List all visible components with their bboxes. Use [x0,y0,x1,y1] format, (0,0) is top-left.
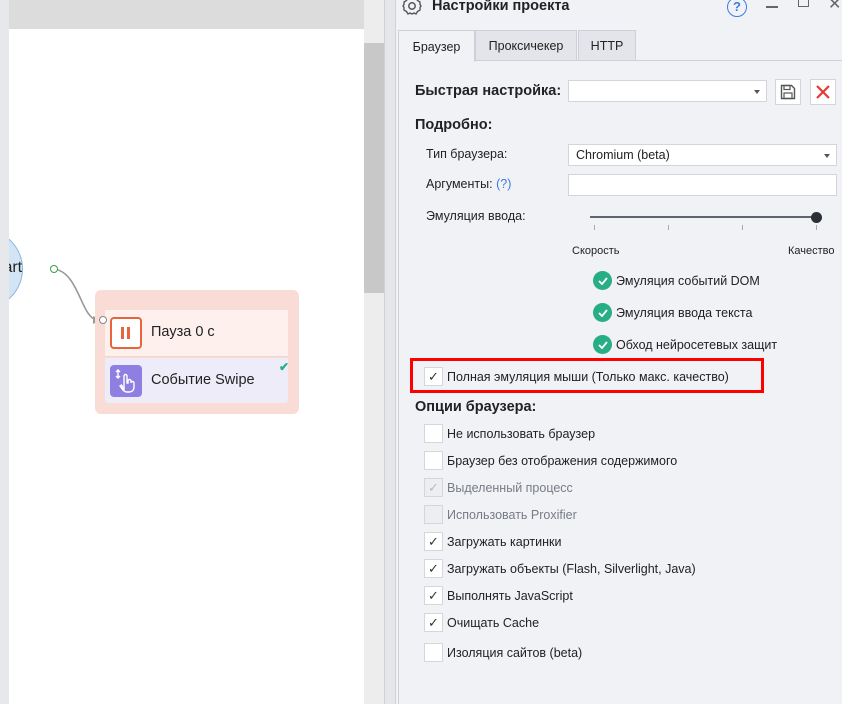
checkbox[interactable] [424,451,443,470]
panel-splitter[interactable] [384,0,396,704]
browser-option-checkbox[interactable]: Изоляция сайтов (beta) [424,643,582,662]
browser-option-checkbox[interactable]: Не использовать браузер [424,424,595,443]
browser-options-heading: Опции браузера: [415,399,537,415]
minimize-button[interactable] [766,6,778,8]
gear-icon [402,0,422,19]
tab-browser[interactable]: Браузер [398,30,475,62]
swipe-icon [110,365,142,397]
browser-option-checkbox: Использовать Proxifier [424,505,577,524]
checkbox-label: Выполнять JavaScript [447,588,573,603]
checkbox-label: Использовать Proxifier [447,507,577,522]
full-mouse-emulation-checkbox[interactable]: ✓ Полная эмуляция мыши (Только макс. кач… [424,367,729,386]
arguments-help-link[interactable]: (?) [496,177,511,191]
slider-thumb[interactable] [811,212,822,223]
quick-setting-label: Быстрая настройка: [415,83,562,99]
slider-tick [668,225,669,230]
checkbox-label: Изоляция сайтов (beta) [447,645,583,660]
browser-option-checkbox[interactable]: ✓ Выполнять JavaScript [424,586,573,605]
checkbox[interactable]: ✓ [424,532,443,551]
checkbox[interactable]: ✓ [424,559,443,578]
scrollbar-thumb[interactable] [364,43,384,293]
feature-label: Эмуляция событий DOM [616,273,760,288]
dialog-title: Настройки проекта [432,0,570,14]
slider-min-label: Скорость [572,245,620,257]
feature-label: Эмуляция ввода текста [616,305,753,320]
chevron-down-icon [754,90,760,94]
emulation-features: Эмуляция событий DOM Эмуляция ввода текс… [593,271,777,354]
node-swipe[interactable]: Событие Swipe ✔ [105,358,290,403]
arguments-label: Аргументы: (?) [426,177,511,191]
browser-option-checkbox[interactable]: ✓ Очищать Cache [424,613,539,632]
slider-max-label: Качество [788,245,835,257]
output-port[interactable] [50,265,58,273]
checkbox[interactable]: ✓ [424,613,443,632]
tab-divider [475,60,842,61]
checkbox-label: Очищать Cache [447,615,540,630]
help-button[interactable]: ? [727,0,747,17]
checkbox-label: Не использовать браузер [447,426,596,441]
checkbox: ✓ [424,478,443,497]
project-canvas[interactable]: tart Пауза 0 с Событие Swipe ✔ [9,0,364,704]
close-button[interactable]: ✕ [828,0,841,14]
delete-preset-button[interactable] [810,79,836,105]
checkbox[interactable] [424,643,443,662]
checkbox-label: Загружать объекты (Flash, Silverlight, J… [447,561,696,576]
checkbox [424,505,443,524]
save-icon [780,84,796,100]
input-emulation-slider[interactable] [590,216,817,218]
pause-icon [110,317,142,349]
feature-item: Эмуляция событий DOM [593,271,777,290]
check-circle-icon [593,303,612,322]
maximize-button[interactable] [798,0,809,7]
browser-option-checkbox[interactable]: ✓ Загружать картинки [424,532,561,551]
left-edge [0,0,9,704]
checkbox[interactable]: ✓ [424,586,443,605]
content-border [398,60,399,704]
arguments-input[interactable] [568,174,837,196]
tab-proxychecker[interactable]: Проксичекер [475,30,577,61]
feature-item: Обход нейросетевых защит [593,335,777,354]
browser-option-checkbox: ✓ Выделенный процесс [424,478,573,497]
browser-type-select[interactable]: Chromium (beta) [568,144,837,166]
browser-option-checkbox[interactable]: Браузер без отображения содержимого [424,451,677,470]
slider-tick [742,225,743,230]
browser-option-checkbox[interactable]: ✓ Загружать объекты (Flash, Silverlight, … [424,559,696,578]
details-heading: Подробно: [415,117,493,133]
node-label: Пауза 0 с [151,324,215,340]
slider-tick [594,225,595,230]
checkbox-label: Выделенный процесс [447,480,573,495]
checkbox[interactable] [424,424,443,443]
chevron-down-icon [824,154,830,158]
node-label: Событие Swipe [151,372,255,388]
check-circle-icon [593,271,612,290]
slider-tick [816,225,817,230]
check-icon: ✔ [279,360,290,374]
check-circle-icon [593,335,612,354]
delete-icon [816,85,830,99]
browser-type-label: Тип браузера: [426,147,508,161]
arguments-label-text: Аргументы: [426,177,493,191]
checkbox-label: Загружать картинки [447,534,562,549]
save-preset-button[interactable] [775,79,801,105]
node-pause[interactable]: Пауза 0 с [105,310,288,357]
tab-http[interactable]: HTTP [578,30,636,61]
feature-item: Эмуляция ввода текста [593,303,777,322]
input-emulation-label: Эмуляция ввода: [426,209,526,223]
quick-setting-dropdown[interactable] [568,80,767,102]
checkbox-label: Полная эмуляция мыши (Только макс. качес… [447,369,729,384]
browser-type-value: Chromium (beta) [576,148,670,162]
feature-label: Обход нейросетевых защит [616,337,778,352]
input-port[interactable] [99,316,107,324]
checkbox-label: Браузер без отображения содержимого [447,453,678,468]
checkbox[interactable]: ✓ [424,367,443,386]
